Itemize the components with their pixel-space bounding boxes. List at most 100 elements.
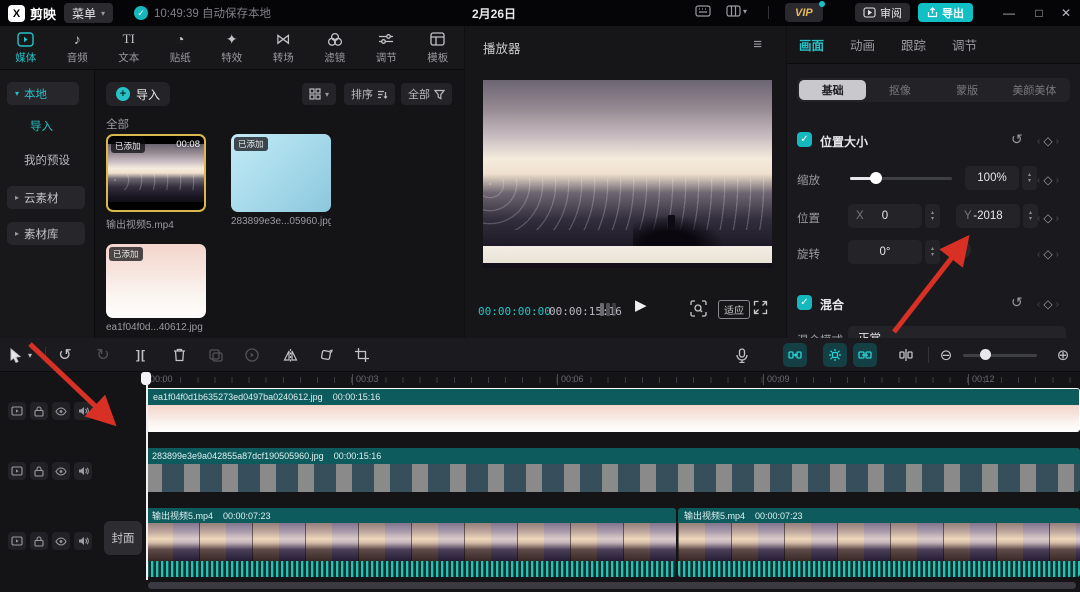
keyframe-control[interactable]: ‹ ◇ › [1037, 134, 1059, 148]
position-x-field[interactable]: X 0 [848, 204, 922, 228]
select-tool-chevron-icon[interactable]: ▾ [24, 345, 36, 365]
project-title[interactable]: 2月26日 [472, 5, 516, 22]
scale-slider[interactable] [850, 172, 952, 184]
sidebar-item-local[interactable]: ▾ 本地 [7, 82, 79, 105]
visibility-eye-icon[interactable] [52, 532, 70, 550]
lock-icon[interactable] [30, 532, 48, 550]
timeline-ruler[interactable]: 00:00 00:03 00:06 00:09 00:12 [0, 372, 1080, 388]
lock-icon[interactable] [30, 402, 48, 420]
blend-mode-dropdown[interactable]: 正常 [848, 326, 1066, 338]
position-size-checkbox[interactable]: ✓ [797, 132, 812, 147]
slider-handle[interactable] [980, 349, 991, 360]
zoom-out-icon[interactable]: ⊖ [936, 345, 956, 365]
menu-button[interactable]: 菜单 ▾ [64, 3, 114, 23]
subtab-basic[interactable]: 基础 [799, 80, 867, 100]
slider-handle[interactable] [870, 172, 883, 184]
nav-sticker[interactable]: ◔ 贴纸 [155, 26, 207, 69]
timeline-clip-image1[interactable]: 283899e3e9a042855a87dcf190505960.jpg 00:… [146, 448, 1080, 492]
record-voiceover-icon[interactable] [732, 345, 752, 365]
keyframe-control[interactable]: ‹ ◇ › [1037, 211, 1059, 225]
nav-audio[interactable]: ♪ 音频 [52, 26, 104, 69]
reset-icon[interactable]: ↺ [1011, 294, 1023, 311]
timeline-clip-image2[interactable]: ea1f04f0d1b635273ed0497ba0240612.jpg 00:… [146, 388, 1080, 432]
timeline-clip-video-2[interactable]: 输出视频5.mp4 00:00:07:23 [678, 508, 1080, 577]
video-preview[interactable] [483, 80, 772, 268]
nav-effects[interactable]: ✦ 特效 [206, 26, 258, 69]
nav-media[interactable]: 媒体 [0, 26, 52, 69]
media-card-video[interactable]: 已添加 00:08 输出视频5.mp4 [106, 134, 206, 231]
split-icon[interactable]: ][ [131, 345, 151, 365]
fullscreen-icon[interactable] [753, 300, 768, 320]
crop-icon[interactable] [352, 345, 372, 365]
select-tool-icon[interactable] [5, 345, 25, 365]
zoom-in-icon[interactable]: ⊕ [1053, 345, 1073, 365]
visibility-eye-icon[interactable] [52, 402, 70, 420]
position-y-stepper[interactable]: ▴ ▾ [1023, 204, 1038, 228]
timeline-zoom-slider[interactable] [963, 349, 1037, 360]
subtab-cutout[interactable]: 抠像 [866, 80, 933, 100]
media-thumbnail[interactable]: 已添加 [231, 134, 331, 212]
nav-filter[interactable]: 滤镜 [309, 26, 361, 69]
media-thumbnail[interactable]: 已添加 [106, 244, 206, 318]
adapt-track-icon[interactable] [896, 345, 916, 365]
preview-quality-icon[interactable] [690, 300, 707, 322]
rotate-icon[interactable] [316, 345, 336, 365]
blend-checkbox[interactable]: ✓ [797, 295, 812, 310]
sidebar-item-cloud[interactable]: ▸ 云素材 [7, 186, 85, 209]
mute-speaker-icon[interactable] [74, 462, 92, 480]
redo-icon[interactable]: ↻ [93, 345, 113, 365]
scale-value-field[interactable]: 100% [965, 166, 1019, 190]
export-button[interactable]: 导出 [918, 3, 973, 22]
play-button[interactable]: ▶ [635, 296, 647, 314]
import-button[interactable]: + 导入 [106, 82, 171, 106]
minimize-button[interactable]: — [995, 0, 1023, 26]
rotate-dial[interactable] [952, 240, 971, 259]
mute-speaker-icon[interactable] [74, 532, 92, 550]
vip-badge[interactable]: VIP [785, 1, 825, 22]
nav-adjust[interactable]: 调节 [361, 26, 413, 69]
linkage-toggle[interactable] [823, 343, 847, 367]
media-card-image2[interactable]: 已添加 ea1f04f0d...40612.jpg [106, 244, 206, 333]
nav-template[interactable]: 模板 [412, 26, 464, 69]
keyframe-control[interactable]: ‹ ◇ › [1037, 297, 1059, 311]
sort-button[interactable]: 排序 [344, 83, 395, 105]
media-card-image1[interactable]: 已添加 283899e3e...05960.jpg [231, 134, 331, 227]
preview-axis-toggle[interactable] [853, 343, 877, 367]
mute-speaker-icon[interactable] [74, 402, 92, 420]
review-button[interactable]: 审阅 [855, 3, 910, 22]
filter-all-button[interactable]: 全部 [401, 83, 452, 105]
subtab-beauty[interactable]: 美颜美体 [1001, 80, 1068, 100]
tab-tracking[interactable]: 跟踪 [901, 35, 926, 54]
layout-switch-icon[interactable]: ▾ [726, 5, 747, 17]
sidebar-item-presets[interactable]: 我的预设 [24, 152, 70, 168]
freeze-frame-icon[interactable] [242, 345, 262, 365]
position-x-stepper[interactable]: ▴ ▾ [925, 204, 940, 228]
shortcut-keyboard-icon[interactable] [695, 5, 711, 17]
keyframe-control[interactable]: ‹ ◇ › [1037, 173, 1059, 187]
sidebar-item-library[interactable]: ▸ 素材库 [7, 222, 85, 245]
maximize-button[interactable]: □ [1025, 0, 1053, 26]
reset-icon[interactable]: ↺ [1011, 131, 1023, 148]
visibility-eye-icon[interactable] [52, 462, 70, 480]
sidebar-item-import[interactable]: 导入 [30, 118, 53, 134]
close-button[interactable]: ✕ [1052, 0, 1080, 26]
cover-button[interactable]: 封面 [104, 521, 142, 555]
tab-adjust[interactable]: 调节 [952, 35, 977, 54]
scale-stepper[interactable]: ▴ ▾ [1022, 166, 1037, 190]
fit-button[interactable]: 适应 [718, 300, 750, 319]
position-y-field[interactable]: Y -2018 [956, 204, 1020, 228]
timeline-clip-video-1[interactable]: 输出视频5.mp4 00:00:07:23 [146, 508, 676, 577]
tab-picture[interactable]: 画面 [799, 35, 824, 54]
media-thumbnail[interactable]: 已添加 00:08 [106, 134, 206, 212]
nav-transition[interactable]: ⋈ 转场 [258, 26, 310, 69]
keyframe-diamond-icon[interactable]: ◇ [1043, 134, 1052, 148]
frame-step-icon[interactable] [600, 303, 616, 316]
define-cutout-icon[interactable] [206, 345, 226, 365]
tab-animation[interactable]: 动画 [850, 35, 875, 54]
nav-text[interactable]: TI 文本 [103, 26, 155, 69]
keyframe-control[interactable]: ‹ ◇ › [1037, 247, 1059, 261]
horizontal-scrollbar[interactable] [148, 582, 1076, 589]
rotate-value-field[interactable]: 0° [848, 240, 922, 264]
subtab-mask[interactable]: 蒙版 [934, 80, 1001, 100]
delete-icon[interactable] [169, 345, 189, 365]
